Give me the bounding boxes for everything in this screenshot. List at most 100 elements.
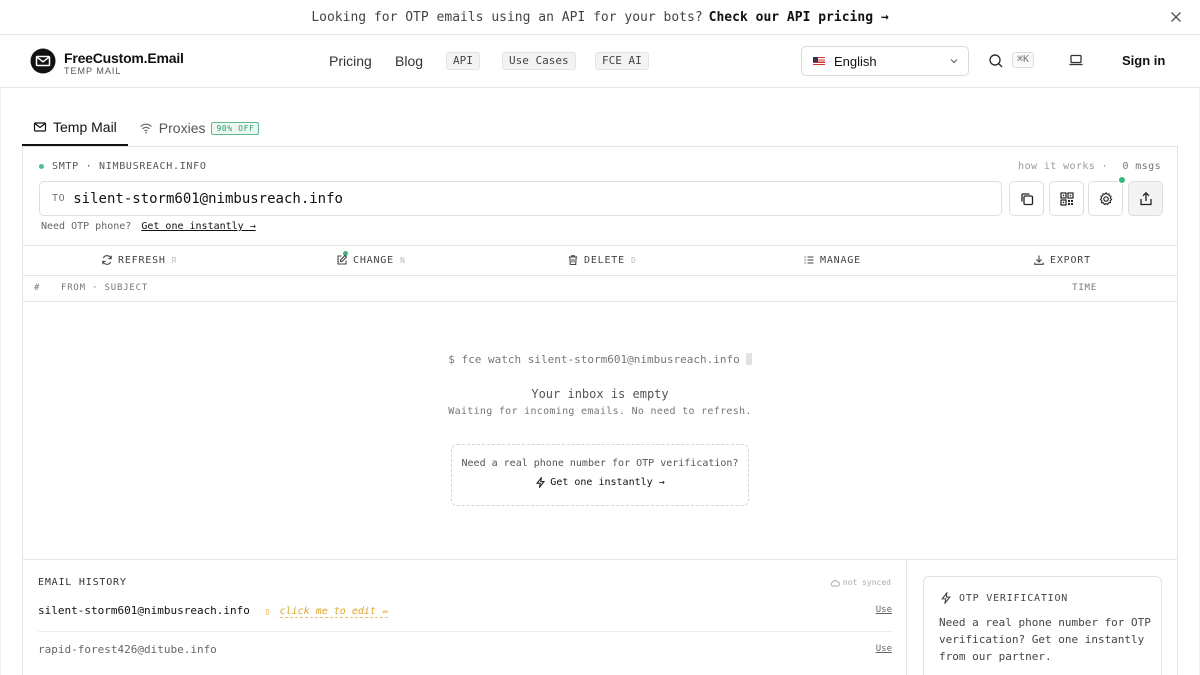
otp-card-body: Need a real phone number for OTP verific… (939, 616, 1151, 663)
settings-button[interactable] (1088, 181, 1123, 216)
laptop-icon[interactable] (1068, 52, 1084, 68)
refresh-shortcut: R (171, 255, 178, 265)
share-button[interactable] (1128, 181, 1163, 216)
empty-inbox-title: Your inbox is empty (531, 387, 669, 401)
change-button[interactable]: CHANGE N (336, 254, 406, 266)
sign-in-button[interactable]: Sign in (1122, 53, 1165, 68)
otp-card-title: OTP VERIFICATION (940, 592, 1068, 604)
action-bar: REFRESH R CHANGE N DELETE D MANAGE EXPOR… (23, 245, 1177, 276)
nav-api[interactable]: API (446, 52, 480, 70)
change-label: CHANGE (353, 254, 394, 266)
brand-subtitle: TEMP MAIL (64, 66, 122, 76)
sync-status-text: not synced (842, 578, 891, 587)
online-dot-icon (39, 164, 44, 169)
to-label: TO (52, 193, 66, 204)
search-icon[interactable] (988, 53, 1004, 69)
history-email[interactable]: silent-storm601@nimbusreach.info (38, 604, 250, 617)
smtp-domain: SMTP · NIMBUSREACH.INFO (52, 161, 207, 172)
copy-button[interactable] (1009, 181, 1044, 216)
edit-label-link[interactable]: click me to edit ✏ (279, 606, 388, 618)
nav-blog[interactable]: Blog (395, 53, 423, 69)
trash-icon (568, 255, 578, 266)
use-button[interactable]: Use (876, 605, 892, 615)
list-icon (804, 256, 814, 264)
history-email[interactable]: rapid-forest426@ditube.info (38, 643, 217, 656)
lightning-icon (536, 477, 546, 488)
column-from-subject: FROM · SUBJECT (61, 283, 149, 293)
mailbox-meta: how it works · 0 msgs (1018, 161, 1161, 172)
close-icon[interactable] (1168, 9, 1184, 25)
promo-cta-label: Get one instantly → (550, 477, 665, 488)
tab-proxies[interactable]: Proxies 90% OFF (128, 110, 271, 146)
otp-verification-card: OTP VERIFICATION Need a real phone numbe… (923, 576, 1162, 675)
mode-tabs: Temp Mail Proxies 90% OFF (22, 110, 270, 146)
sync-status: not synced (830, 578, 891, 587)
gear-icon (1099, 191, 1112, 205)
smtp-status: SMTP · NIMBUSREACH.INFO (39, 161, 207, 172)
delete-button[interactable]: DELETE D (567, 254, 637, 266)
qr-code-button[interactable] (1049, 181, 1084, 216)
banner-text: Looking for OTP emails using an API for … (311, 9, 703, 25)
tab-proxies-label: Proxies (158, 120, 206, 136)
manage-button[interactable]: MANAGE (803, 254, 861, 266)
column-index: # (34, 283, 41, 293)
message-count: 0 msgs (1122, 161, 1161, 172)
export-button[interactable]: EXPORT (1033, 254, 1091, 266)
nav-use-cases[interactable]: Use Cases (502, 52, 576, 70)
cursor-block (745, 353, 752, 365)
column-time: TIME (1072, 283, 1097, 293)
chevron-down-icon (950, 59, 958, 64)
us-flag-icon (813, 57, 825, 65)
mailbox-card: SMTP · NIMBUSREACH.INFO how it works · 0… (22, 146, 1178, 675)
history-item: rapid-forest426@ditube.info Use (38, 643, 892, 656)
announcement-banner: Looking for OTP emails using an API for … (0, 0, 1200, 35)
promo-question: Need a real phone number for OTP verific… (461, 458, 739, 469)
qr-code-icon (1059, 191, 1074, 206)
brand-name[interactable]: FreeCustom.Email (64, 50, 184, 66)
language-value: English (834, 53, 877, 69)
use-button[interactable]: Use (876, 644, 892, 654)
change-shortcut: N (399, 255, 406, 265)
tab-temp-mail-label: Temp Mail (53, 119, 117, 135)
share-icon (1139, 191, 1152, 205)
language-select[interactable]: English (801, 46, 969, 76)
nav-pricing[interactable]: Pricing (329, 53, 372, 69)
refresh-label: REFRESH (118, 254, 166, 266)
edit-icon (337, 254, 348, 265)
delete-label: DELETE (584, 254, 625, 266)
export-label: EXPORT (1050, 254, 1091, 266)
manage-label: MANAGE (820, 254, 861, 266)
download-icon (1034, 255, 1044, 265)
lightning-icon (941, 592, 951, 604)
promo-cta-link[interactable]: Get one instantly → (452, 477, 748, 488)
discount-badge: 90% OFF (211, 121, 260, 135)
inbox-column-header: # FROM · SUBJECT TIME (23, 276, 1177, 302)
otp-hint-text: Need OTP phone? (41, 221, 132, 232)
how-it-works-link[interactable]: how it works · (1018, 161, 1108, 172)
api-pricing-link[interactable]: Check our API pricing → (709, 10, 889, 25)
email-history-panel: EMAIL HISTORY not synced silent-storm601… (23, 560, 907, 675)
email-address-field[interactable]: TO silent-storm601@nimbusreach.info (39, 181, 1002, 216)
search-shortcut: ⌘K (1012, 52, 1035, 68)
otp-card-title-text: OTP VERIFICATION (959, 592, 1069, 604)
nav-fce-ai[interactable]: FCE AI (595, 52, 649, 70)
email-address[interactable]: silent-storm601@nimbusreach.info (73, 191, 343, 207)
email-history-title: EMAIL HISTORY (38, 577, 127, 588)
empty-inbox-subtitle: Waiting for incoming emails. No need to … (448, 406, 752, 417)
otp-hint-link[interactable]: Get one instantly → (141, 221, 255, 232)
watch-command-text: $ fce watch silent-storm601@nimbusreach.… (448, 353, 740, 366)
phone-promo-box: Need a real phone number for OTP verific… (451, 444, 749, 506)
note-icon: ▯ (264, 607, 270, 617)
mail-logo-icon[interactable] (30, 48, 56, 74)
refresh-button[interactable]: REFRESH R (101, 254, 177, 266)
copy-icon (1020, 192, 1033, 205)
tab-temp-mail[interactable]: Temp Mail (22, 110, 128, 146)
cloud-icon (830, 579, 840, 586)
site-header: FreeCustom.Email TEMP MAIL Pricing Blog … (0, 35, 1200, 88)
history-item: silent-storm601@nimbusreach.info ▯ click… (38, 604, 892, 618)
delete-shortcut: D (630, 255, 637, 265)
history-divider (38, 631, 892, 632)
wifi-icon (139, 123, 152, 134)
watch-command: $ fce watch silent-storm601@nimbusreach.… (23, 353, 1177, 366)
mail-icon (33, 122, 47, 132)
